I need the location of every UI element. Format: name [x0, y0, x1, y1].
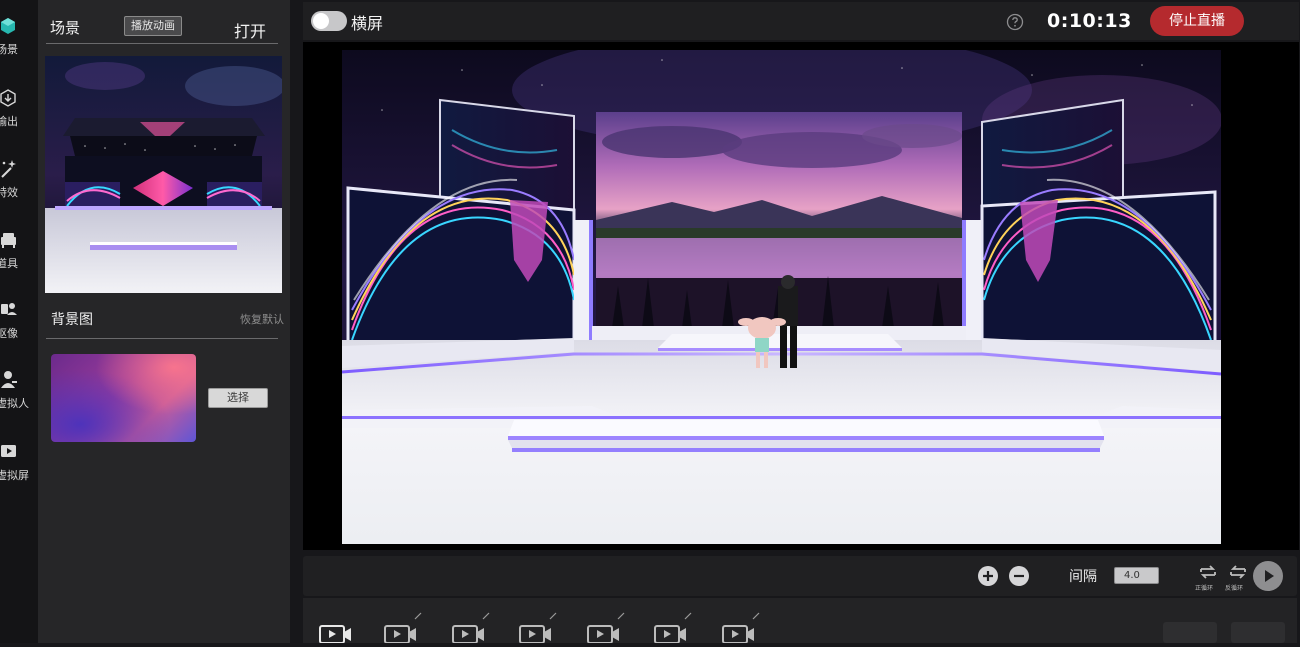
avatar-icon: [1, 371, 17, 388]
play-button[interactable]: [1253, 561, 1283, 591]
divider: [46, 338, 278, 339]
video-clip-icon: [587, 625, 619, 644]
clip-item[interactable]: [319, 623, 353, 644]
nav-label: 特效: [0, 186, 18, 199]
open-button[interactable]: 打开: [234, 18, 266, 42]
video-clip-icon: [654, 625, 686, 644]
edit-icon[interactable]: [752, 612, 760, 620]
edit-icon[interactable]: [684, 612, 692, 620]
stage-preview[interactable]: [342, 50, 1221, 544]
left-nav: 场景 输出 特效 道具 抠像 虚拟人 虚拟屏: [0, 0, 38, 643]
stop-live-button[interactable]: 停止直播: [1150, 6, 1244, 36]
clip-item[interactable]: [722, 612, 760, 644]
timeline-button[interactable]: [1231, 622, 1285, 643]
repeat-icon: [1200, 565, 1216, 579]
clip-item[interactable]: [519, 612, 557, 644]
video-clip-icon: [319, 625, 351, 644]
nav-item-keying[interactable]: 抠像: [0, 298, 38, 358]
add-icon[interactable]: [978, 566, 998, 586]
keying-icon: [1, 303, 17, 315]
edit-icon[interactable]: [482, 612, 490, 620]
edit-icon[interactable]: [414, 612, 422, 620]
repeat-reverse-icon: [1230, 565, 1246, 579]
clip-strip: [303, 598, 1297, 644]
scene-panel: 场景 播放动画 打开 背景图 恢复默认 选择: [38, 0, 290, 643]
nav-label: 虚拟屏: [0, 469, 29, 482]
choose-button[interactable]: 选择: [208, 388, 268, 408]
interval-value: 4.0: [1124, 570, 1140, 581]
background-preview[interactable]: [51, 354, 196, 442]
edit-icon[interactable]: [549, 612, 557, 620]
stage-preview-area: [303, 42, 1299, 550]
reverse-loop-button[interactable]: 反循环: [1225, 562, 1253, 592]
help-icon[interactable]: [1006, 13, 1024, 31]
nav-item-effects[interactable]: 特效: [0, 157, 38, 217]
props-icon: [1, 233, 16, 248]
video-clip-icon: [722, 625, 754, 644]
nav-item-props[interactable]: 道具: [0, 228, 38, 288]
playback-controls: 间隔 4.0 正循环 反循环: [303, 556, 1297, 596]
panel-title: 场景: [50, 19, 81, 37]
nav-item-avatar[interactable]: 虚拟人: [0, 368, 38, 428]
edit-icon[interactable]: [617, 612, 625, 620]
scene-thumbnail[interactable]: [45, 56, 282, 293]
video-clip-icon: [384, 625, 416, 644]
clip-item[interactable]: [384, 612, 422, 644]
orientation-toggle[interactable]: [311, 11, 347, 31]
top-bar: 横屏 0:10:13 停止直播: [303, 2, 1299, 40]
reverse-loop-label: 反循环: [1225, 585, 1244, 592]
cube-icon: [1, 18, 15, 34]
nav-label: 道具: [0, 257, 18, 270]
toggle-knob: [313, 13, 329, 29]
screen-play-icon: [1, 445, 16, 457]
nav-label: 抠像: [0, 327, 18, 340]
clip-item[interactable]: [452, 612, 490, 644]
divider: [46, 43, 278, 44]
play-animation-button[interactable]: 播放动画: [124, 16, 182, 36]
clip-item[interactable]: [654, 612, 692, 644]
output-icon: [0, 89, 16, 107]
forward-loop-button[interactable]: 正循环: [1195, 562, 1223, 592]
video-clip-icon: [519, 625, 551, 644]
forward-loop-label: 正循环: [1195, 585, 1214, 592]
nav-label: 输出: [0, 115, 18, 128]
interval-label: 间隔: [1069, 569, 1097, 585]
orientation-label: 横屏: [351, 14, 384, 33]
background-title: 背景图: [51, 312, 93, 328]
timeline-button[interactable]: [1163, 622, 1217, 643]
live-timer: 0:10:13: [1047, 10, 1132, 32]
nav-item-virtual-screen[interactable]: 虚拟屏: [0, 440, 38, 500]
nav-label: 场景: [0, 43, 18, 56]
magic-wand-icon: [1, 160, 16, 178]
nav-item-output[interactable]: 输出: [0, 86, 38, 146]
remove-icon[interactable]: [1009, 566, 1029, 586]
interval-input[interactable]: 4.0: [1114, 567, 1159, 584]
restore-default-link[interactable]: 恢复默认: [240, 311, 284, 327]
clip-item[interactable]: [587, 612, 625, 644]
play-icon: [1265, 570, 1274, 582]
nav-label: 虚拟人: [0, 397, 29, 410]
video-clip-icon: [452, 625, 484, 644]
nav-item-scene[interactable]: 场景: [0, 14, 38, 74]
